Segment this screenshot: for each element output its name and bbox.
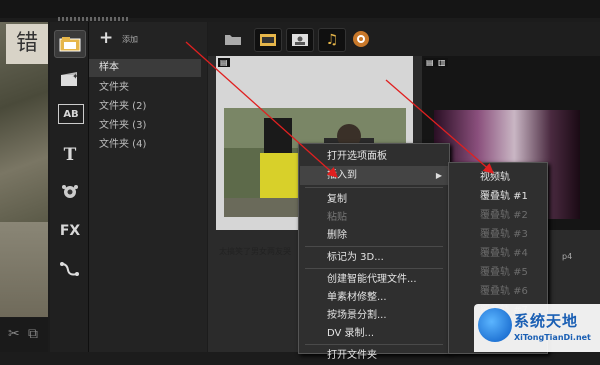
text-icon[interactable]: T bbox=[58, 144, 82, 166]
video-filter-icon[interactable] bbox=[254, 28, 282, 52]
menu-item-insert-to[interactable]: 插入到 ▶ bbox=[300, 166, 448, 185]
watermark-logo-icon bbox=[478, 308, 512, 342]
folder-item-2[interactable]: 文件夹 (2) bbox=[89, 98, 201, 116]
submenu-item-overlay-1[interactable]: 覆叠轨 #1 bbox=[450, 187, 546, 206]
watermark-title: 系统天地 bbox=[514, 312, 579, 330]
menu-item-paste: 粘贴 bbox=[327, 212, 347, 223]
submenu-item-overlay-6: 覆叠轨 #6 bbox=[480, 286, 528, 297]
watermark-subtitle: XiTongTianDi.net bbox=[514, 333, 591, 342]
folder-item-sample[interactable]: 样本 bbox=[89, 59, 201, 77]
panel-grip[interactable] bbox=[58, 17, 128, 21]
add-icon[interactable]: + bbox=[99, 28, 113, 48]
title-icon[interactable]: AB bbox=[58, 104, 84, 124]
add-label[interactable]: 添加 bbox=[122, 34, 138, 45]
menu-item-delete[interactable]: 删除 bbox=[300, 226, 448, 245]
menu-item-open-folder[interactable]: 打开文件夹 bbox=[300, 346, 448, 365]
context-menu: 打开选项面板 插入到 ▶ 复制 粘贴 删除 标记为 3D... 创建智能代理文件… bbox=[298, 143, 450, 361]
menu-separator bbox=[305, 187, 443, 188]
video-clip-badge-icon: ▤ bbox=[424, 58, 436, 67]
library-panel: + 添加 样本 文件夹 文件夹 (2) 文件夹 (3) 文件夹 (4) bbox=[89, 22, 207, 352]
folder-item-4[interactable]: 文件夹 (4) bbox=[89, 136, 201, 154]
preview-controls: ✂ ⧉ bbox=[0, 318, 48, 352]
menu-item-open-options-panel[interactable]: 打开选项面板 bbox=[300, 147, 448, 166]
menu-item-copy[interactable]: 复制 bbox=[300, 190, 448, 209]
audio-badge-icon: ▥ bbox=[436, 58, 448, 67]
submenu-item-video-track[interactable]: 视频轨 bbox=[450, 168, 546, 187]
menu-item-create-smart-proxy[interactable]: 创建智能代理文件... bbox=[300, 270, 448, 289]
video-clip-badge-icon: ▤ bbox=[218, 58, 230, 67]
scissors-icon[interactable]: ✂ bbox=[8, 326, 20, 342]
submenu-item-overlay-3: 覆叠轨 #3 bbox=[480, 229, 528, 240]
photo-filter-icon[interactable] bbox=[286, 28, 314, 52]
folder-item[interactable]: 文件夹 bbox=[89, 79, 201, 97]
menu-item-split-by-scene[interactable]: 按场景分割... bbox=[300, 306, 448, 325]
submenu-item-overlay-5: 覆叠轨 #5 bbox=[480, 267, 528, 278]
library-toolbar: ✦ AB T FX bbox=[50, 22, 89, 352]
preview-sign-text: 错 bbox=[6, 24, 48, 64]
submenu-arrow-icon: ▶ bbox=[435, 171, 442, 180]
svg-text:✦: ✦ bbox=[72, 72, 79, 81]
menu-item-mark-as-3d[interactable]: 标记为 3D... bbox=[300, 248, 448, 267]
site-watermark: 系统天地 XiTongTianDi.net bbox=[474, 304, 600, 352]
add-folder-row[interactable]: + 添加 bbox=[89, 22, 207, 56]
folder-item-3[interactable]: 文件夹 (3) bbox=[89, 117, 201, 135]
transition-icon[interactable] bbox=[58, 180, 82, 202]
menu-separator bbox=[305, 344, 443, 345]
menu-item-insert-to-label: 插入到 bbox=[327, 170, 357, 181]
music-filter-icon[interactable]: ♫ bbox=[318, 28, 346, 52]
submenu-item-overlay-2: 覆叠轨 #2 bbox=[480, 210, 528, 221]
menu-separator bbox=[305, 268, 443, 269]
menu-item-single-clip-trim[interactable]: 单素材修整... bbox=[300, 288, 448, 307]
copy-icon[interactable]: ⧉ bbox=[28, 326, 38, 342]
fx-icon[interactable]: FX bbox=[58, 220, 82, 242]
media-filter-bar: ♫ bbox=[208, 22, 600, 56]
media-icon[interactable] bbox=[54, 30, 86, 58]
folder-icon[interactable] bbox=[220, 28, 246, 50]
menu-item-dv-record[interactable]: DV 录制... bbox=[300, 324, 448, 343]
menu-separator bbox=[305, 246, 443, 247]
preview-frame-ground bbox=[0, 222, 48, 317]
path-icon[interactable] bbox=[58, 258, 82, 280]
instant-project-icon[interactable]: ✦ bbox=[58, 68, 82, 90]
top-bar bbox=[0, 0, 600, 21]
preview-window[interactable]: 错 bbox=[0, 22, 48, 317]
effects-filter-icon[interactable] bbox=[348, 28, 374, 50]
submenu-item-overlay-4: 覆叠轨 #4 bbox=[480, 248, 528, 259]
thumbnail-caption-2: p4 bbox=[562, 252, 573, 261]
